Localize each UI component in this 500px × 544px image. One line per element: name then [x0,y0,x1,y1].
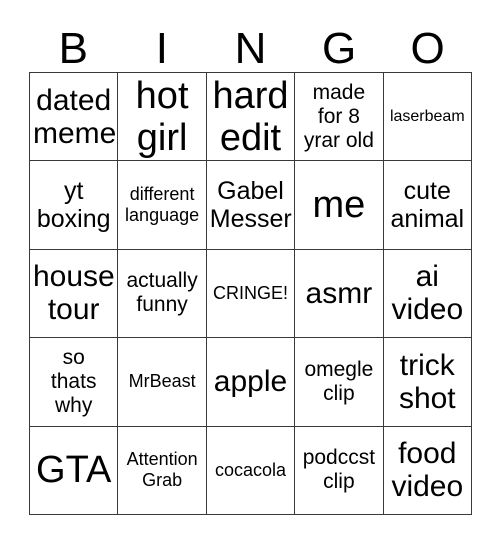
bingo-cell-label: Attention Grab [126,449,198,491]
bingo-cell-label: so thats why [50,345,97,417]
bingo-cell-label: food video [391,437,464,504]
bingo-cell-label: CRINGE! [212,282,288,303]
bingo-cell-label: trick shot [398,348,456,415]
bingo-cell-r3c5[interactable]: ai video [383,249,472,339]
bingo-cell-r4c1[interactable]: so thats why [30,338,119,427]
bingo-cell-label: hard edit [212,74,289,159]
bingo-cell-r2c3[interactable]: Gabel Messer [206,161,296,250]
bingo-cell-r4c2[interactable]: MrBeast [118,338,207,427]
bingo-cell-r5c3[interactable]: cocacola [206,426,296,515]
bingo-cell-r5c1[interactable]: GTA [30,426,119,515]
bingo-grid: dated meme hot girl hard edit made for 8 yr… [29,72,472,515]
bingo-cell-r1c5[interactable]: laserbeam [383,73,472,162]
bingo-cell-label: me [312,184,366,227]
bingo-cell-r1c2[interactable]: hot girl [118,73,207,162]
bingo-cell-label: asmr [305,276,373,310]
header-letter-n: N [234,24,267,73]
bingo-cell-r1c3[interactable]: hard edit [206,73,296,162]
bingo-cell-label: yt boxing [36,177,111,234]
bingo-cell-label: cute animal [390,177,465,234]
bingo-cell-r3c1[interactable]: house tour [30,249,119,339]
header-letter-b: B [58,24,88,73]
bingo-cell-label: hot girl [135,74,189,159]
bingo-cell-label: apple [213,365,288,399]
bingo-cell-r2c1[interactable]: yt boxing [30,161,119,250]
header-letter-o: O [410,24,445,73]
bingo-cell-r5c5[interactable]: food video [383,426,472,515]
bingo-header-row: B I N G O [29,14,472,72]
bingo-cell-label: different language [125,184,200,226]
bingo-cell-label: dated meme [33,83,117,150]
bingo-cell-label: house tour [33,260,115,327]
bingo-cell-r5c4[interactable]: podccst clip [295,426,384,515]
bingo-cell-label: made for 8 yrar old [303,80,374,152]
bingo-cell-r1c1[interactable]: dated meme [30,73,119,162]
bingo-cell-r2c2[interactable]: different language [118,161,207,250]
bingo-cell-r4c5[interactable]: trick shot [383,338,472,427]
bingo-cell-label: ai video [391,260,464,327]
bingo-card: B I N G O dated meme hot girl hard edit mad… [0,0,500,544]
bingo-cell-r4c3[interactable]: apple [206,338,296,427]
bingo-cell-r3c3[interactable]: CRINGE! [206,249,296,339]
bingo-cell-label: omegle clip [304,357,374,405]
bingo-cell-r1c4[interactable]: made for 8 yrar old [295,73,384,162]
bingo-cell-label: MrBeast [128,371,196,392]
bingo-cell-r5c2[interactable]: Attention Grab [118,426,207,515]
bingo-cell-r2c4[interactable]: me [295,161,384,250]
bingo-cell-label: Gabel Messer [209,177,292,234]
bingo-cell-r3c4[interactable]: asmr [295,249,384,339]
header-letter-g: G [321,24,357,73]
bingo-cell-label: GTA [36,449,112,492]
bingo-cell-label: podccst clip [302,446,376,494]
bingo-cell-label: actually funny [126,269,198,317]
bingo-cell-r2c5[interactable]: cute animal [383,161,472,250]
bingo-cell-r4c4[interactable]: omegle clip [295,338,384,427]
bingo-cell-r3c2[interactable]: actually funny [118,249,207,339]
bingo-cell-label: laserbeam [389,108,465,126]
bingo-cell-label: cocacola [214,459,287,480]
header-letter-i: I [155,24,168,73]
